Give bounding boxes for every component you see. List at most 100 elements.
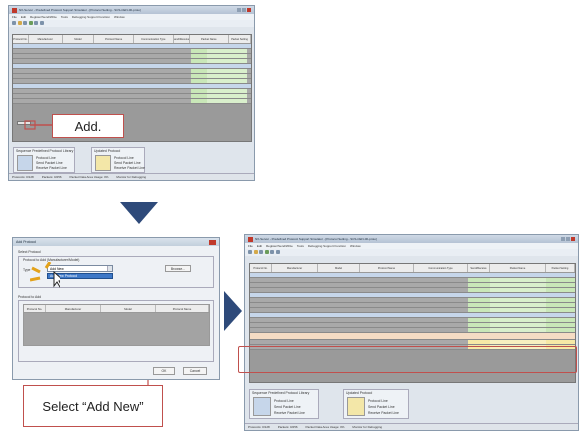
new-protocol-row[interactable]: [250, 333, 575, 340]
col-packet-name: Packet Name: [490, 264, 546, 272]
col-packet-setting: Packet Setting: [229, 35, 251, 43]
menu-tools[interactable]: Tools: [297, 244, 304, 248]
open-icon[interactable]: [17, 21, 22, 25]
legend-swatch: [253, 397, 271, 416]
dialog-close-icon[interactable]: [209, 239, 216, 245]
cancel-button[interactable]: Cancel: [183, 367, 207, 375]
menu-window[interactable]: Window: [350, 244, 361, 248]
close-icon[interactable]: [571, 237, 575, 241]
new-row-marker[interactable]: [17, 121, 31, 125]
legend-library-item: Protocol Line: [36, 156, 56, 160]
list-label: Protocol to Add: [18, 295, 41, 299]
legend-library-item: Send Packet Line: [274, 405, 301, 409]
col-send-receive: Send/Receive: [468, 264, 490, 272]
dialog-table-header: Protocol No. Manufacturer Model Protocol…: [24, 305, 209, 313]
chevron-down-icon[interactable]: [107, 266, 112, 271]
down-arrow-icon: [120, 202, 158, 224]
new-icon[interactable]: [248, 250, 252, 254]
legend-updated-item: Protocol Line: [114, 156, 134, 160]
window-title: NX-Server - Predefined Protocol Support …: [19, 8, 141, 12]
minimize-icon[interactable]: [237, 8, 241, 12]
legend-updated-item: Receive Packet Line: [114, 166, 145, 170]
legend-swatch: [95, 155, 111, 171]
result-title-bar: NX-Server - Predefined Protocol Support …: [245, 235, 578, 243]
new-rows-highlight: [238, 346, 577, 373]
compare-icon[interactable]: [270, 250, 274, 254]
dialog-title-bar: Add Protocol: [13, 238, 219, 246]
app-logo-icon: [248, 236, 253, 242]
legend-updated: Updated Protocol Protocol Line Send Pack…: [91, 147, 145, 173]
menu-register[interactable]: Register/Send/Write: [266, 244, 293, 248]
minimize-icon[interactable]: [561, 237, 565, 241]
grid-header: Protocol No. Manufacturer Model Protocol…: [250, 264, 575, 273]
col-packet-name: Packet Name: [190, 35, 230, 43]
menu-debugging[interactable]: Debugging Support Function: [72, 15, 110, 19]
legend-library-item: Receive Packet Line: [274, 411, 305, 415]
open-icon[interactable]: [253, 250, 258, 254]
status-area-usage: Packet Data Area Usage: 0%: [69, 175, 109, 179]
status-packets: Packets: 0/256: [41, 175, 62, 179]
menu-tools[interactable]: Tools: [61, 15, 68, 19]
status-bar: Protocols: 0/128 Packets: 0/256 Packet D…: [245, 423, 578, 430]
menu-edit[interactable]: Edit: [21, 15, 26, 19]
col-manufacturer: Manufacturer: [29, 35, 63, 43]
print-icon[interactable]: [275, 250, 280, 254]
col-protocol-no: Protocol No.: [13, 35, 29, 43]
menu-file[interactable]: File: [12, 15, 17, 19]
menu-debugging[interactable]: Debugging Support Function: [308, 244, 346, 248]
result-window: NX-Server - Predefined Protocol Support …: [244, 234, 579, 431]
ok-button[interactable]: OK: [153, 367, 175, 375]
status-monitor: Monitor for Debugging: [116, 175, 147, 179]
save-icon[interactable]: [23, 21, 27, 25]
menu-file[interactable]: File: [248, 244, 253, 248]
status-monitor: Monitor for Debugging: [352, 425, 383, 429]
legend-library-item: Protocol Line: [274, 399, 294, 403]
toolbar: [9, 20, 254, 27]
add-protocol-dialog: Add Protocol Select Protocol Protocol to…: [12, 237, 220, 380]
compare-icon[interactable]: [34, 21, 38, 25]
right-arrow-icon: [224, 291, 242, 331]
col-model: Model: [318, 264, 360, 272]
col-packet-setting: Packet Setting: [546, 264, 575, 272]
col-protocol-name: Protocol Name: [94, 35, 134, 43]
legend-updated-item: Send Packet Line: [368, 405, 395, 409]
legend-library-title: Sequence Predefined Protocol Library: [16, 149, 74, 153]
add-callout: Add.: [52, 114, 124, 138]
title-bar: NX-Server - Predefined Protocol Support …: [9, 6, 254, 14]
grid-header: Protocol No. Manufacturer Model Protocol…: [13, 35, 251, 44]
legend-library: Sequence Predefined Protocol Library Pro…: [13, 147, 75, 173]
menu-window[interactable]: Window: [114, 15, 125, 19]
status-area-usage: Packet Data Area Usage: 0%: [305, 425, 345, 429]
new-icon[interactable]: [12, 21, 16, 25]
print-icon[interactable]: [39, 21, 44, 25]
transfer-icon[interactable]: [264, 250, 269, 254]
dcol-protocol-name: Protocol Name: [156, 305, 209, 312]
close-icon[interactable]: [247, 8, 251, 12]
maximize-icon[interactable]: [242, 8, 246, 12]
select-add-new-callout: Select “Add New”: [23, 385, 163, 427]
click-burst-icon: [30, 262, 60, 288]
browse-button[interactable]: Browse...: [165, 265, 191, 272]
group-label: Select Protocol: [18, 250, 41, 254]
legend-updated-item: Send Packet Line: [114, 161, 141, 165]
legend-swatch: [347, 397, 365, 416]
legend-updated-item: Receive Packet Line: [368, 411, 399, 415]
menu-edit[interactable]: Edit: [257, 244, 262, 248]
col-communication-type: Communication Type: [414, 264, 468, 272]
top-window: NX-Server - Predefined Protocol Support …: [8, 5, 255, 181]
legend-updated: Updated Protocol Protocol Line Send Pack…: [343, 389, 409, 419]
legend-updated-title: Updated Protocol: [346, 391, 373, 395]
window-controls: [237, 8, 251, 12]
menu-register[interactable]: Register/Send/Write: [30, 15, 57, 19]
save-icon[interactable]: [259, 250, 263, 254]
status-protocols: Protocols: 0/128: [12, 175, 34, 179]
legend-library-item: Send Packet Line: [36, 161, 63, 165]
col-protocol-no: Protocol No.: [250, 264, 272, 272]
transfer-icon[interactable]: [28, 21, 33, 25]
dialog-title: Add Protocol: [16, 240, 37, 244]
legend-updated-item: Protocol Line: [368, 399, 388, 403]
protocol-add-table[interactable]: Protocol No. Manufacturer Model Protocol…: [23, 304, 210, 346]
table-row[interactable]: [13, 99, 251, 104]
protocol-grid: Protocol No. Manufacturer Model Protocol…: [12, 34, 252, 142]
maximize-icon[interactable]: [566, 237, 570, 241]
